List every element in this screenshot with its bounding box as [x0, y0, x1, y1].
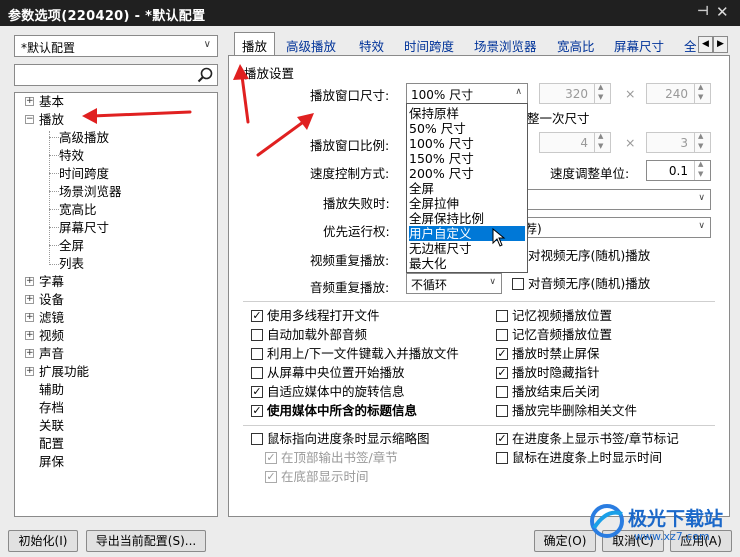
annotation-arrowhead	[82, 108, 97, 124]
annotation-arrow-tree	[90, 110, 192, 118]
annotation-arrowhead	[297, 113, 314, 130]
annotation-arrowhead	[233, 64, 249, 80]
annotation-arrows	[82, 64, 314, 157]
annotation-arrow-size	[256, 118, 308, 157]
annotation-arrow-tab	[240, 74, 250, 124]
